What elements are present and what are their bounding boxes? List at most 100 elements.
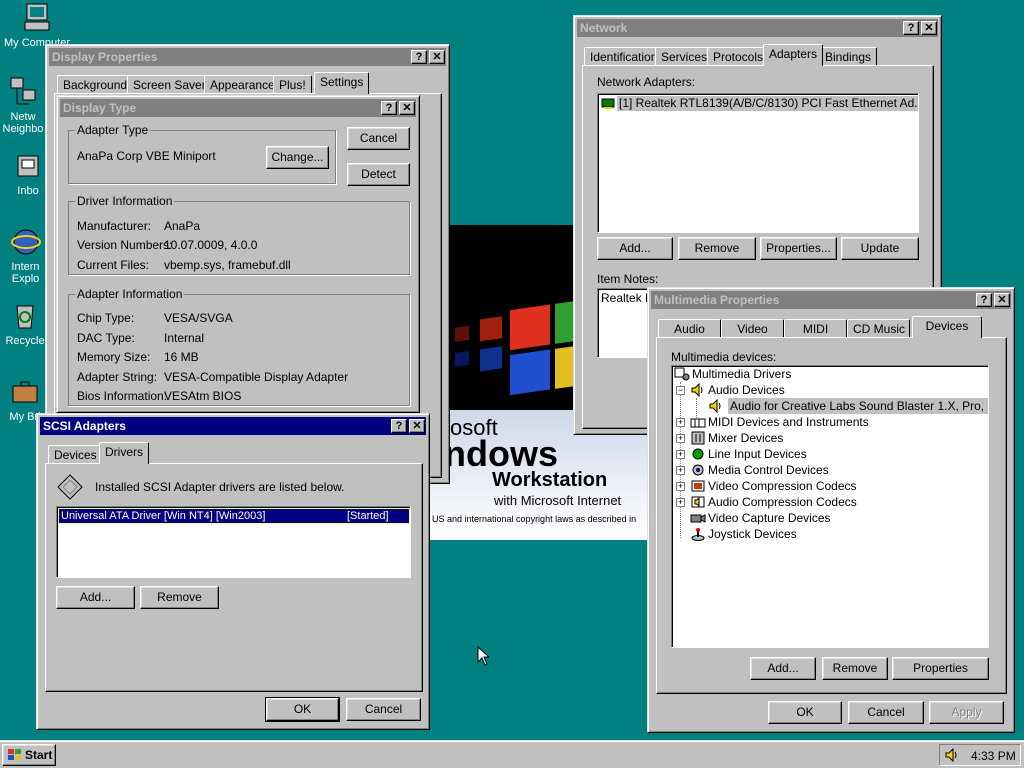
scsi-adapters-window: SCSI Adapters ? ✕ Devices Drivers Instal… <box>36 413 430 730</box>
taskbar: Start 4:33 PM <box>0 740 1024 768</box>
clock[interactable]: 4:33 PM <box>971 749 1016 763</box>
display-properties-titlebar[interactable]: Display Properties ? ✕ <box>49 48 446 66</box>
adapter-name: AnaPa Corp VBE Miniport <box>77 149 216 163</box>
remove-button[interactable]: Remove <box>140 586 219 609</box>
desktop-icon-label: Inbo <box>17 185 39 197</box>
tab-cd-music[interactable]: CD Music <box>847 319 910 338</box>
tree-label: Audio Compression Codecs <box>708 495 857 509</box>
tab-midi[interactable]: MIDI <box>784 319 847 338</box>
cancel-button[interactable]: Cancel <box>346 698 421 721</box>
desktop-icon-inbox[interactable]: Inbo <box>10 150 46 197</box>
help-button[interactable]: ? <box>976 293 992 307</box>
ok-button[interactable]: OK <box>768 701 842 724</box>
help-button[interactable]: ? <box>411 50 427 64</box>
tab-devices[interactable]: Devices <box>48 445 103 464</box>
cancel-button[interactable]: Cancel <box>347 127 410 150</box>
tab-services[interactable]: Services <box>655 47 714 66</box>
tab-devices[interactable]: Devices <box>912 316 982 338</box>
properties-button[interactable]: Properties <box>892 657 989 680</box>
add-button[interactable]: Add... <box>56 586 135 609</box>
info-value: AnaPa <box>164 219 201 233</box>
info-key: Version Numbers: <box>77 238 173 252</box>
tree-label: Audio Devices <box>708 383 785 397</box>
help-button[interactable]: ? <box>381 101 397 115</box>
expand-toggle[interactable]: + <box>676 482 685 491</box>
multimedia-titlebar[interactable]: Multimedia Properties ? ✕ <box>651 291 1011 309</box>
close-button[interactable]: ✕ <box>429 50 445 64</box>
mouse-cursor <box>477 646 489 666</box>
ok-button[interactable]: OK <box>265 697 340 722</box>
recycle-icon <box>16 305 34 329</box>
tab-video[interactable]: Video <box>721 319 784 338</box>
desktop-icon-internet-explorer[interactable]: Intern Explo <box>5 226 46 285</box>
tab-bindings[interactable]: Bindings <box>819 47 878 66</box>
volume-icon[interactable] <box>944 748 960 762</box>
tree-label: Media Control Devices <box>708 463 829 477</box>
expand-toggle[interactable]: + <box>676 498 685 507</box>
line-input-icon <box>692 448 704 460</box>
start-button[interactable]: Start <box>2 744 56 766</box>
tab-appearance[interactable]: Appearance <box>204 75 281 94</box>
multimedia-pane: Multimedia devices: Multimedia Drivers −… <box>656 337 1007 694</box>
expand-toggle[interactable]: + <box>676 466 685 475</box>
video-codec-icon <box>691 480 705 492</box>
cancel-button[interactable]: Cancel <box>848 701 924 724</box>
tree-label: Multimedia Drivers <box>692 367 792 381</box>
tab-protocols[interactable]: Protocols <box>707 47 770 66</box>
desktop-icon-network[interactable]: Netw Neighbo <box>0 76 46 135</box>
add-button[interactable]: Add... <box>597 237 673 260</box>
driver-name: Universal ATA Driver [Win NT4] [Win2003] <box>61 510 266 522</box>
detect-button[interactable]: Detect <box>347 163 410 186</box>
help-button[interactable]: ? <box>903 21 919 35</box>
apply-button[interactable]: Apply <box>929 701 1004 724</box>
tree-line <box>680 382 681 538</box>
window-title: Network <box>580 21 628 35</box>
tab-plus[interactable]: Plus! <box>273 75 312 94</box>
info-value: 16 MB <box>164 350 199 364</box>
expand-toggle[interactable]: + <box>676 434 685 443</box>
list-item[interactable]: [1] Realtek RTL8139(A/B/C/8130) PCI Fast… <box>617 96 918 111</box>
scsi-titlebar[interactable]: SCSI Adapters ? ✕ <box>40 417 426 435</box>
list-item[interactable]: Universal ATA Driver [Win NT4] [Win2003]… <box>58 508 410 524</box>
info-value: VESA/SVGA <box>164 311 233 325</box>
tree-label: Video Capture Devices <box>708 511 831 525</box>
desktop-icon-recycle[interactable]: Recycle <box>4 300 46 347</box>
desktop-icon-my-computer[interactable]: My Computer <box>2 2 72 49</box>
tab-audio[interactable]: Audio <box>658 319 721 338</box>
tab-drivers[interactable]: Drivers <box>99 442 149 464</box>
expand-toggle[interactable]: + <box>676 450 685 459</box>
properties-button[interactable]: Properties... <box>760 237 837 260</box>
display-type-titlebar[interactable]: Display Type ? ✕ <box>60 99 416 117</box>
network-adapter-list[interactable]: [1] Realtek RTL8139(A/B/C/8130) PCI Fast… <box>597 93 919 233</box>
close-button[interactable]: ✕ <box>399 101 415 115</box>
tree-label: Audio for Creative Labs Sound Blaster 1.… <box>728 398 988 414</box>
speaker-icon <box>709 399 721 413</box>
remove-button[interactable]: Remove <box>822 657 888 680</box>
change-button[interactable]: Change... <box>266 146 329 169</box>
tab-identification[interactable]: Identification <box>584 47 664 66</box>
close-button[interactable]: ✕ <box>994 293 1010 307</box>
scsi-info-text: Installed SCSI Adapter drivers are liste… <box>95 480 345 494</box>
info-value: vbemp.sys, framebuf.dll <box>164 258 291 272</box>
tab-adapters[interactable]: Adapters <box>763 44 824 66</box>
close-button[interactable]: ✕ <box>409 419 425 433</box>
remove-button[interactable]: Remove <box>678 237 756 260</box>
tab-screen-saver[interactable]: Screen Saver <box>127 75 212 94</box>
network-titlebar[interactable]: Network ? ✕ <box>577 19 938 37</box>
start-label: Start <box>25 748 53 762</box>
tab-background[interactable]: Background <box>57 75 134 94</box>
tab-settings[interactable]: Settings <box>314 72 370 94</box>
collapse-toggle[interactable]: − <box>676 386 685 395</box>
close-button[interactable]: ✕ <box>921 21 937 35</box>
multimedia-devices-label: Multimedia devices: <box>671 350 777 364</box>
scsi-driver-list[interactable]: Universal ATA Driver [Win NT4] [Win2003]… <box>56 506 411 578</box>
media-control-icon <box>692 464 704 476</box>
help-button[interactable]: ? <box>391 419 407 433</box>
multimedia-device-tree[interactable]: Multimedia Drivers − Audio Devices Audio… <box>671 365 989 648</box>
driver-status: [Started] <box>347 510 389 522</box>
group-label: Driver Information <box>75 194 175 208</box>
expand-toggle[interactable]: + <box>676 418 685 427</box>
windows-logo-icon <box>8 749 21 760</box>
update-button[interactable]: Update <box>841 237 919 260</box>
add-button[interactable]: Add... <box>750 657 816 680</box>
